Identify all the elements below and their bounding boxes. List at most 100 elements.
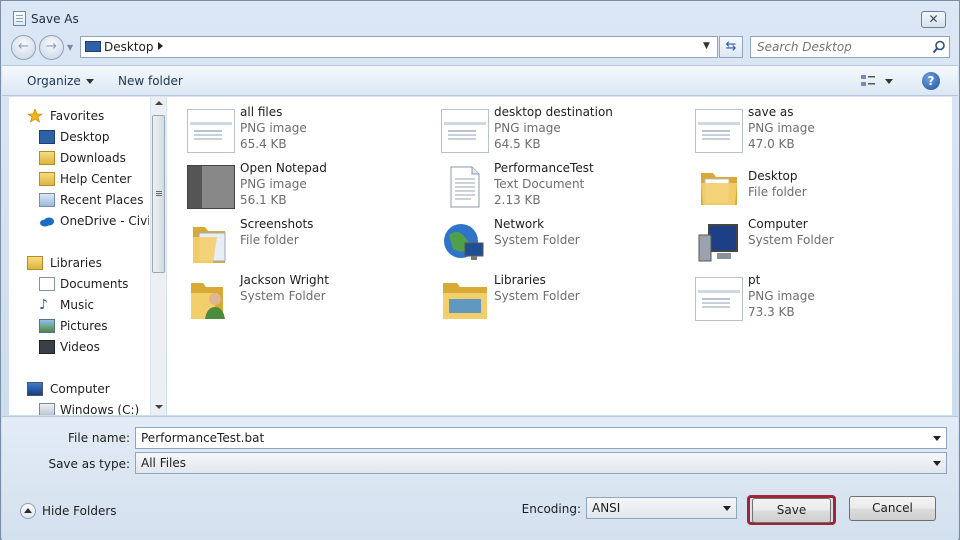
- drive-icon: [39, 403, 55, 415]
- downloads-folder-icon: [39, 151, 55, 165]
- sidebar-item-computer[interactable]: Computer: [9, 379, 149, 399]
- forward-button[interactable]: →: [39, 35, 64, 60]
- libraries-icon: [27, 256, 43, 270]
- png-thumbnail-dark: [187, 165, 235, 209]
- file-name: save as: [748, 105, 794, 119]
- address-dropdown-icon[interactable]: ▼: [703, 41, 710, 51]
- filename-value[interactable]: PerformanceTest.bat: [141, 431, 264, 445]
- refresh-icon: ⇆: [725, 39, 737, 54]
- hide-folders-label: Hide Folders: [42, 504, 117, 518]
- chevron-up-icon: [20, 503, 36, 519]
- scrollbar-thumb[interactable]: [152, 115, 165, 273]
- encoding-label: Encoding:: [521, 502, 581, 516]
- videos-icon: [39, 340, 55, 354]
- change-view-icon[interactable]: [860, 74, 876, 88]
- file-item[interactable]: desktop destination PNG image 64.5 KB: [441, 105, 681, 157]
- savetype-dropdown-icon[interactable]: [933, 461, 941, 466]
- scroll-down-arrow-icon[interactable]: [155, 405, 163, 409]
- navigation-scrollbar[interactable]: [150, 97, 166, 415]
- sidebar-item-windows-c[interactable]: Windows (C:): [9, 400, 149, 415]
- png-thumbnail: [695, 109, 743, 153]
- sidebar-item-music[interactable]: ♪ Music: [9, 295, 149, 315]
- folder-item[interactable]: Jackson Wright System Folder: [187, 273, 427, 325]
- file-name: Open Notepad: [240, 161, 327, 175]
- folder-item[interactable]: Desktop File folder: [695, 161, 935, 213]
- sidebar-item-desktop[interactable]: Desktop: [9, 127, 149, 147]
- organize-menu[interactable]: Organize: [27, 74, 94, 88]
- sidebar-item-favorites[interactable]: Favorites: [9, 106, 149, 126]
- forward-arrow-icon: →: [46, 39, 57, 54]
- folder-item[interactable]: Computer System Folder: [695, 217, 935, 269]
- cancel-button[interactable]: Cancel: [849, 496, 936, 521]
- folder-item[interactable]: Libraries System Folder: [441, 273, 681, 325]
- back-button[interactable]: ←: [11, 35, 36, 60]
- recent-places-icon: [39, 193, 55, 207]
- file-item[interactable]: PerformanceTest Text Document 2.13 KB: [441, 161, 681, 213]
- file-size: 47.0 KB: [748, 137, 795, 151]
- search-box[interactable]: [750, 36, 950, 58]
- file-name: pt: [748, 273, 761, 287]
- recent-locations-dropdown[interactable]: ▼: [67, 43, 73, 52]
- save-button[interactable]: Save: [752, 498, 831, 523]
- file-type: PNG image: [494, 121, 561, 135]
- folder-name: Computer: [748, 217, 808, 231]
- address-location[interactable]: Desktop: [104, 40, 154, 54]
- music-icon: ♪: [39, 297, 48, 313]
- folder-name: Network: [494, 217, 545, 231]
- help-icon[interactable]: ?: [922, 72, 940, 90]
- sidebar-item-pictures[interactable]: Pictures: [9, 316, 149, 336]
- folder-type: File folder: [240, 233, 299, 247]
- folder-item[interactable]: Network System Folder: [441, 217, 681, 269]
- scroll-up-arrow-icon[interactable]: [155, 101, 163, 105]
- search-input[interactable]: [757, 39, 927, 55]
- filename-dropdown-icon[interactable]: [933, 436, 941, 441]
- file-name: PerformanceTest: [494, 161, 594, 175]
- command-toolbar: Organize New folder ?: [2, 65, 958, 96]
- breadcrumb-arrow-icon[interactable]: [158, 42, 163, 50]
- view-options-caret-icon[interactable]: [885, 79, 893, 84]
- close-button[interactable]: ✕: [921, 11, 946, 28]
- file-item[interactable]: all files PNG image 65.4 KB: [187, 105, 427, 157]
- sidebar-item-help-center[interactable]: Help Center: [9, 169, 149, 189]
- refresh-button[interactable]: ⇆: [719, 36, 743, 58]
- file-type: PNG image: [748, 121, 815, 135]
- pictures-icon: [39, 319, 55, 333]
- file-size: 2.13 KB: [494, 193, 541, 207]
- folder-type: System Folder: [494, 233, 580, 247]
- file-name: all files: [240, 105, 283, 119]
- folder-icon: [695, 165, 743, 209]
- title-bar: Save As ✕: [1, 1, 959, 37]
- navigation-pane: Favorites Desktop Downloads Help Center …: [9, 97, 166, 415]
- new-folder-button[interactable]: New folder: [118, 74, 183, 88]
- sidebar-item-label: Windows (C:): [60, 403, 140, 415]
- sidebar-item-label: Documents: [60, 277, 129, 291]
- encoding-select[interactable]: ANSI: [586, 497, 737, 519]
- sidebar-item-videos[interactable]: Videos: [9, 337, 149, 357]
- file-list: all files PNG image 65.4 KB desktop dest…: [167, 97, 952, 415]
- file-type: PNG image: [240, 121, 307, 135]
- search-icon[interactable]: [932, 40, 946, 54]
- encoding-dropdown-icon[interactable]: [723, 506, 731, 511]
- file-item[interactable]: Open Notepad PNG image 56.1 KB: [187, 161, 427, 213]
- sidebar-item-label: Favorites: [50, 109, 105, 123]
- address-bar[interactable]: Desktop ▼: [80, 36, 718, 58]
- folder-item[interactable]: Screenshots File folder: [187, 217, 427, 269]
- file-name: desktop destination: [494, 105, 613, 119]
- sidebar-item-libraries[interactable]: Libraries: [9, 253, 149, 273]
- file-item[interactable]: pt PNG image 73.3 KB: [695, 273, 935, 325]
- filename-field[interactable]: PerformanceTest.bat: [135, 427, 947, 449]
- sidebar-item-label: Libraries: [50, 256, 102, 270]
- sidebar-item-recent-places[interactable]: Recent Places: [9, 190, 149, 210]
- sidebar-item-onedrive[interactable]: OneDrive - CivicPlus: [9, 211, 149, 231]
- sidebar-item-downloads[interactable]: Downloads: [9, 148, 149, 168]
- organize-caret-icon: [85, 79, 94, 84]
- computer-icon: [695, 221, 743, 265]
- file-item[interactable]: save as PNG image 47.0 KB: [695, 105, 935, 157]
- folder-name: Jackson Wright: [240, 273, 329, 287]
- filename-label: File name:: [68, 431, 130, 445]
- save-options-panel: File name: PerformanceTest.bat Save as t…: [2, 416, 958, 540]
- folder-name: Desktop: [748, 169, 798, 183]
- onedrive-icon: [39, 214, 55, 228]
- savetype-select[interactable]: All Files: [135, 452, 947, 474]
- sidebar-item-documents[interactable]: Documents: [9, 274, 149, 294]
